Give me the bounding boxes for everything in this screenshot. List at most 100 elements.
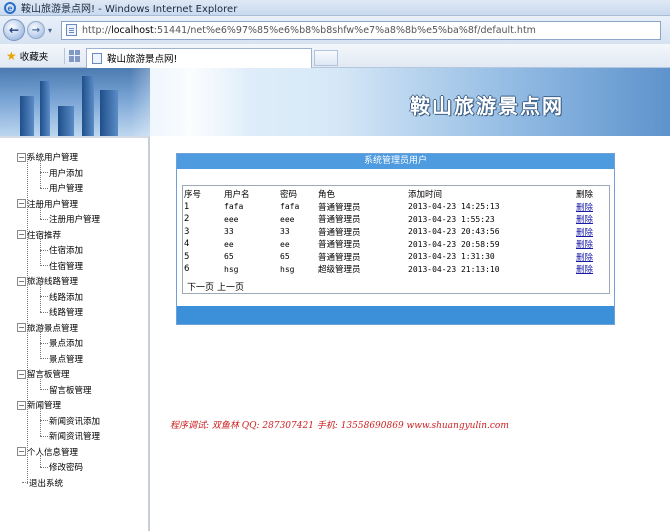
- sidebar-item[interactable]: 新闻资讯添加: [40, 414, 100, 428]
- tree-connector: [40, 284, 41, 312]
- window-titlebar: e 鞍山旅游景点网! - Windows Internet Explorer: [0, 0, 670, 16]
- back-button[interactable]: ←: [3, 19, 25, 41]
- table-row: 1 fafa fafa 普通管理员 2013-04-23 14:25:13 删除: [184, 201, 608, 214]
- sidebar-item[interactable]: 用户管理: [40, 181, 83, 195]
- sidebar-item[interactable]: 留言板管理: [40, 383, 92, 397]
- pager: 下一页 上一页: [187, 280, 247, 293]
- cell-password: hsg: [280, 264, 295, 274]
- favorites-button[interactable]: ★ 收藏夹: [0, 49, 64, 63]
- admin-users-panel: 系统管理员用户 序号 用户名 密码 角色 添加时间 删除 1 fafa fafa 普通…: [176, 153, 615, 325]
- sidebar-item-label: 新闻资讯管理: [49, 432, 101, 442]
- next-page-link[interactable]: 下一页: [187, 283, 214, 293]
- sidebar-item[interactable]: 修改密码: [40, 460, 83, 474]
- sidebar-item[interactable]: 景点添加: [40, 336, 83, 350]
- address-prefix: http://: [82, 24, 112, 36]
- tree-connector: [40, 160, 41, 188]
- sidebar-tree: − 系统用户管理 用户添加 用户管理 − 注册用户管理 注册用户管理 − 住宿推荐 住宿添加 住宿管…: [0, 136, 150, 531]
- table-row: 2 eee eee 普通管理员 2013-04-23 1:55:23 删除: [184, 213, 608, 226]
- cell-password: eee: [280, 214, 295, 224]
- sidebar-item[interactable]: 住宿管理: [40, 259, 83, 273]
- sidebar-item[interactable]: 用户添加: [40, 166, 83, 180]
- building-shape: [20, 96, 34, 136]
- collapse-icon[interactable]: −: [17, 400, 26, 410]
- banner-glow: [130, 68, 250, 136]
- sidebar-item-label: 用户管理: [49, 184, 84, 194]
- tree-connector: [40, 265, 48, 266]
- tree-connector: [40, 389, 48, 390]
- delete-link[interactable]: 删除: [576, 228, 593, 238]
- cell-password: 33: [280, 227, 290, 237]
- sidebar-group[interactable]: − 旅游景点管理: [17, 321, 79, 335]
- delete-link[interactable]: 删除: [576, 203, 593, 213]
- quick-tabs-icon[interactable]: [69, 49, 81, 62]
- developer-credits: 程序调试: 双鱼林 QQ: 287307421 手机: 13558690869 …: [170, 421, 509, 431]
- cell-role: 超级管理员: [318, 265, 361, 276]
- cell-username: eee: [224, 214, 239, 224]
- cell-role: 普通管理员: [318, 227, 361, 238]
- sidebar-item[interactable]: 线路添加: [40, 290, 83, 304]
- tree-connector: [40, 237, 41, 266]
- collapse-icon[interactable]: −: [17, 447, 26, 456]
- cell-username: ee: [224, 239, 234, 249]
- site-banner: 鞍山旅游景点网: [0, 68, 670, 136]
- tree-connector: [40, 408, 41, 436]
- sidebar-group-label: 旅游景点管理: [27, 323, 79, 334]
- favorites-label: 收藏夹: [19, 51, 49, 63]
- collapse-icon[interactable]: −: [17, 152, 26, 162]
- prev-page-link[interactable]: 上一页: [217, 283, 244, 293]
- new-tab-button[interactable]: [314, 49, 338, 66]
- cell-id: 2: [184, 214, 190, 225]
- sidebar-item[interactable]: 住宿添加: [40, 243, 83, 257]
- column-header: 角色: [318, 190, 336, 201]
- tree-connector: [40, 420, 48, 421]
- delete-link[interactable]: 删除: [576, 240, 593, 250]
- collapse-icon[interactable]: −: [17, 323, 26, 332]
- column-header: 密码: [280, 190, 298, 201]
- address-bar[interactable]: http://localhost:51441/net%e6%97%85%e6%b…: [61, 20, 661, 40]
- sidebar-item-label: 景点管理: [49, 354, 84, 365]
- sidebar-exit-label: 退出系统: [29, 478, 64, 489]
- column-header: 添加时间: [408, 190, 443, 201]
- sidebar-item-label: 景点添加: [49, 339, 84, 349]
- users-table: 序号 用户名 密码 角色 添加时间 删除 1 fafa fafa 普通管理员 2013-…: [184, 188, 608, 276]
- sidebar-group[interactable]: − 个人信息管理: [17, 445, 78, 459]
- table-row: 3 33 33 普通管理员 2013-04-23 20:43:56 删除: [184, 226, 608, 239]
- collapse-icon[interactable]: −: [17, 276, 26, 286]
- tree-connector: [40, 218, 48, 220]
- browser-tab[interactable]: 鞍山旅游景点网!: [86, 47, 312, 68]
- sidebar-group[interactable]: − 注册用户管理: [17, 197, 79, 211]
- sidebar-group[interactable]: − 系统用户管理: [17, 150, 78, 164]
- delete-link[interactable]: 删除: [576, 215, 593, 225]
- sidebar-group[interactable]: − 旅游线路管理: [17, 274, 78, 288]
- cell-id: 6: [184, 264, 190, 275]
- cell-role: 普通管理员: [318, 240, 361, 251]
- favorites-bar: ★ 收藏夹 鞍山旅游景点网!: [0, 44, 670, 68]
- tab-page-icon: [92, 52, 102, 64]
- sidebar-group[interactable]: − 留言板管理: [17, 367, 70, 381]
- tree-connector: [27, 154, 28, 484]
- sidebar-item[interactable]: 线路管理: [40, 305, 83, 319]
- history-dropdown-icon[interactable]: ▾: [45, 26, 55, 35]
- cell-id: 1: [184, 201, 190, 212]
- delete-link[interactable]: 删除: [576, 265, 593, 275]
- delete-link[interactable]: 删除: [576, 253, 593, 263]
- cell-time: 2013-04-23 14:25:13: [408, 202, 500, 212]
- cell-username: fafa: [224, 202, 244, 212]
- internet-explorer-icon: e: [4, 1, 16, 14]
- column-header: 用户名: [224, 190, 250, 201]
- address-path: :51441/net%e6%97%85%e6%b8%b8shfw%e7%a8%8…: [153, 24, 536, 36]
- tree-connector: [40, 377, 41, 390]
- sidebar-exit[interactable]: 退出系统: [22, 476, 63, 490]
- sidebar-item[interactable]: 新闻资讯管理: [40, 429, 100, 443]
- sidebar-group-label: 注册用户管理: [27, 199, 79, 210]
- tree-connector: [40, 187, 48, 189]
- tree-connector: [40, 358, 48, 359]
- collapse-icon[interactable]: −: [17, 230, 26, 239]
- collapse-icon[interactable]: −: [17, 369, 26, 379]
- sidebar-item[interactable]: 注册用户管理: [40, 212, 100, 226]
- sidebar-item[interactable]: 景点管理: [40, 352, 83, 366]
- tree-connector: [40, 311, 48, 313]
- collapse-icon[interactable]: −: [17, 199, 26, 208]
- forward-button[interactable]: →: [27, 21, 45, 39]
- building-shape: [40, 81, 50, 136]
